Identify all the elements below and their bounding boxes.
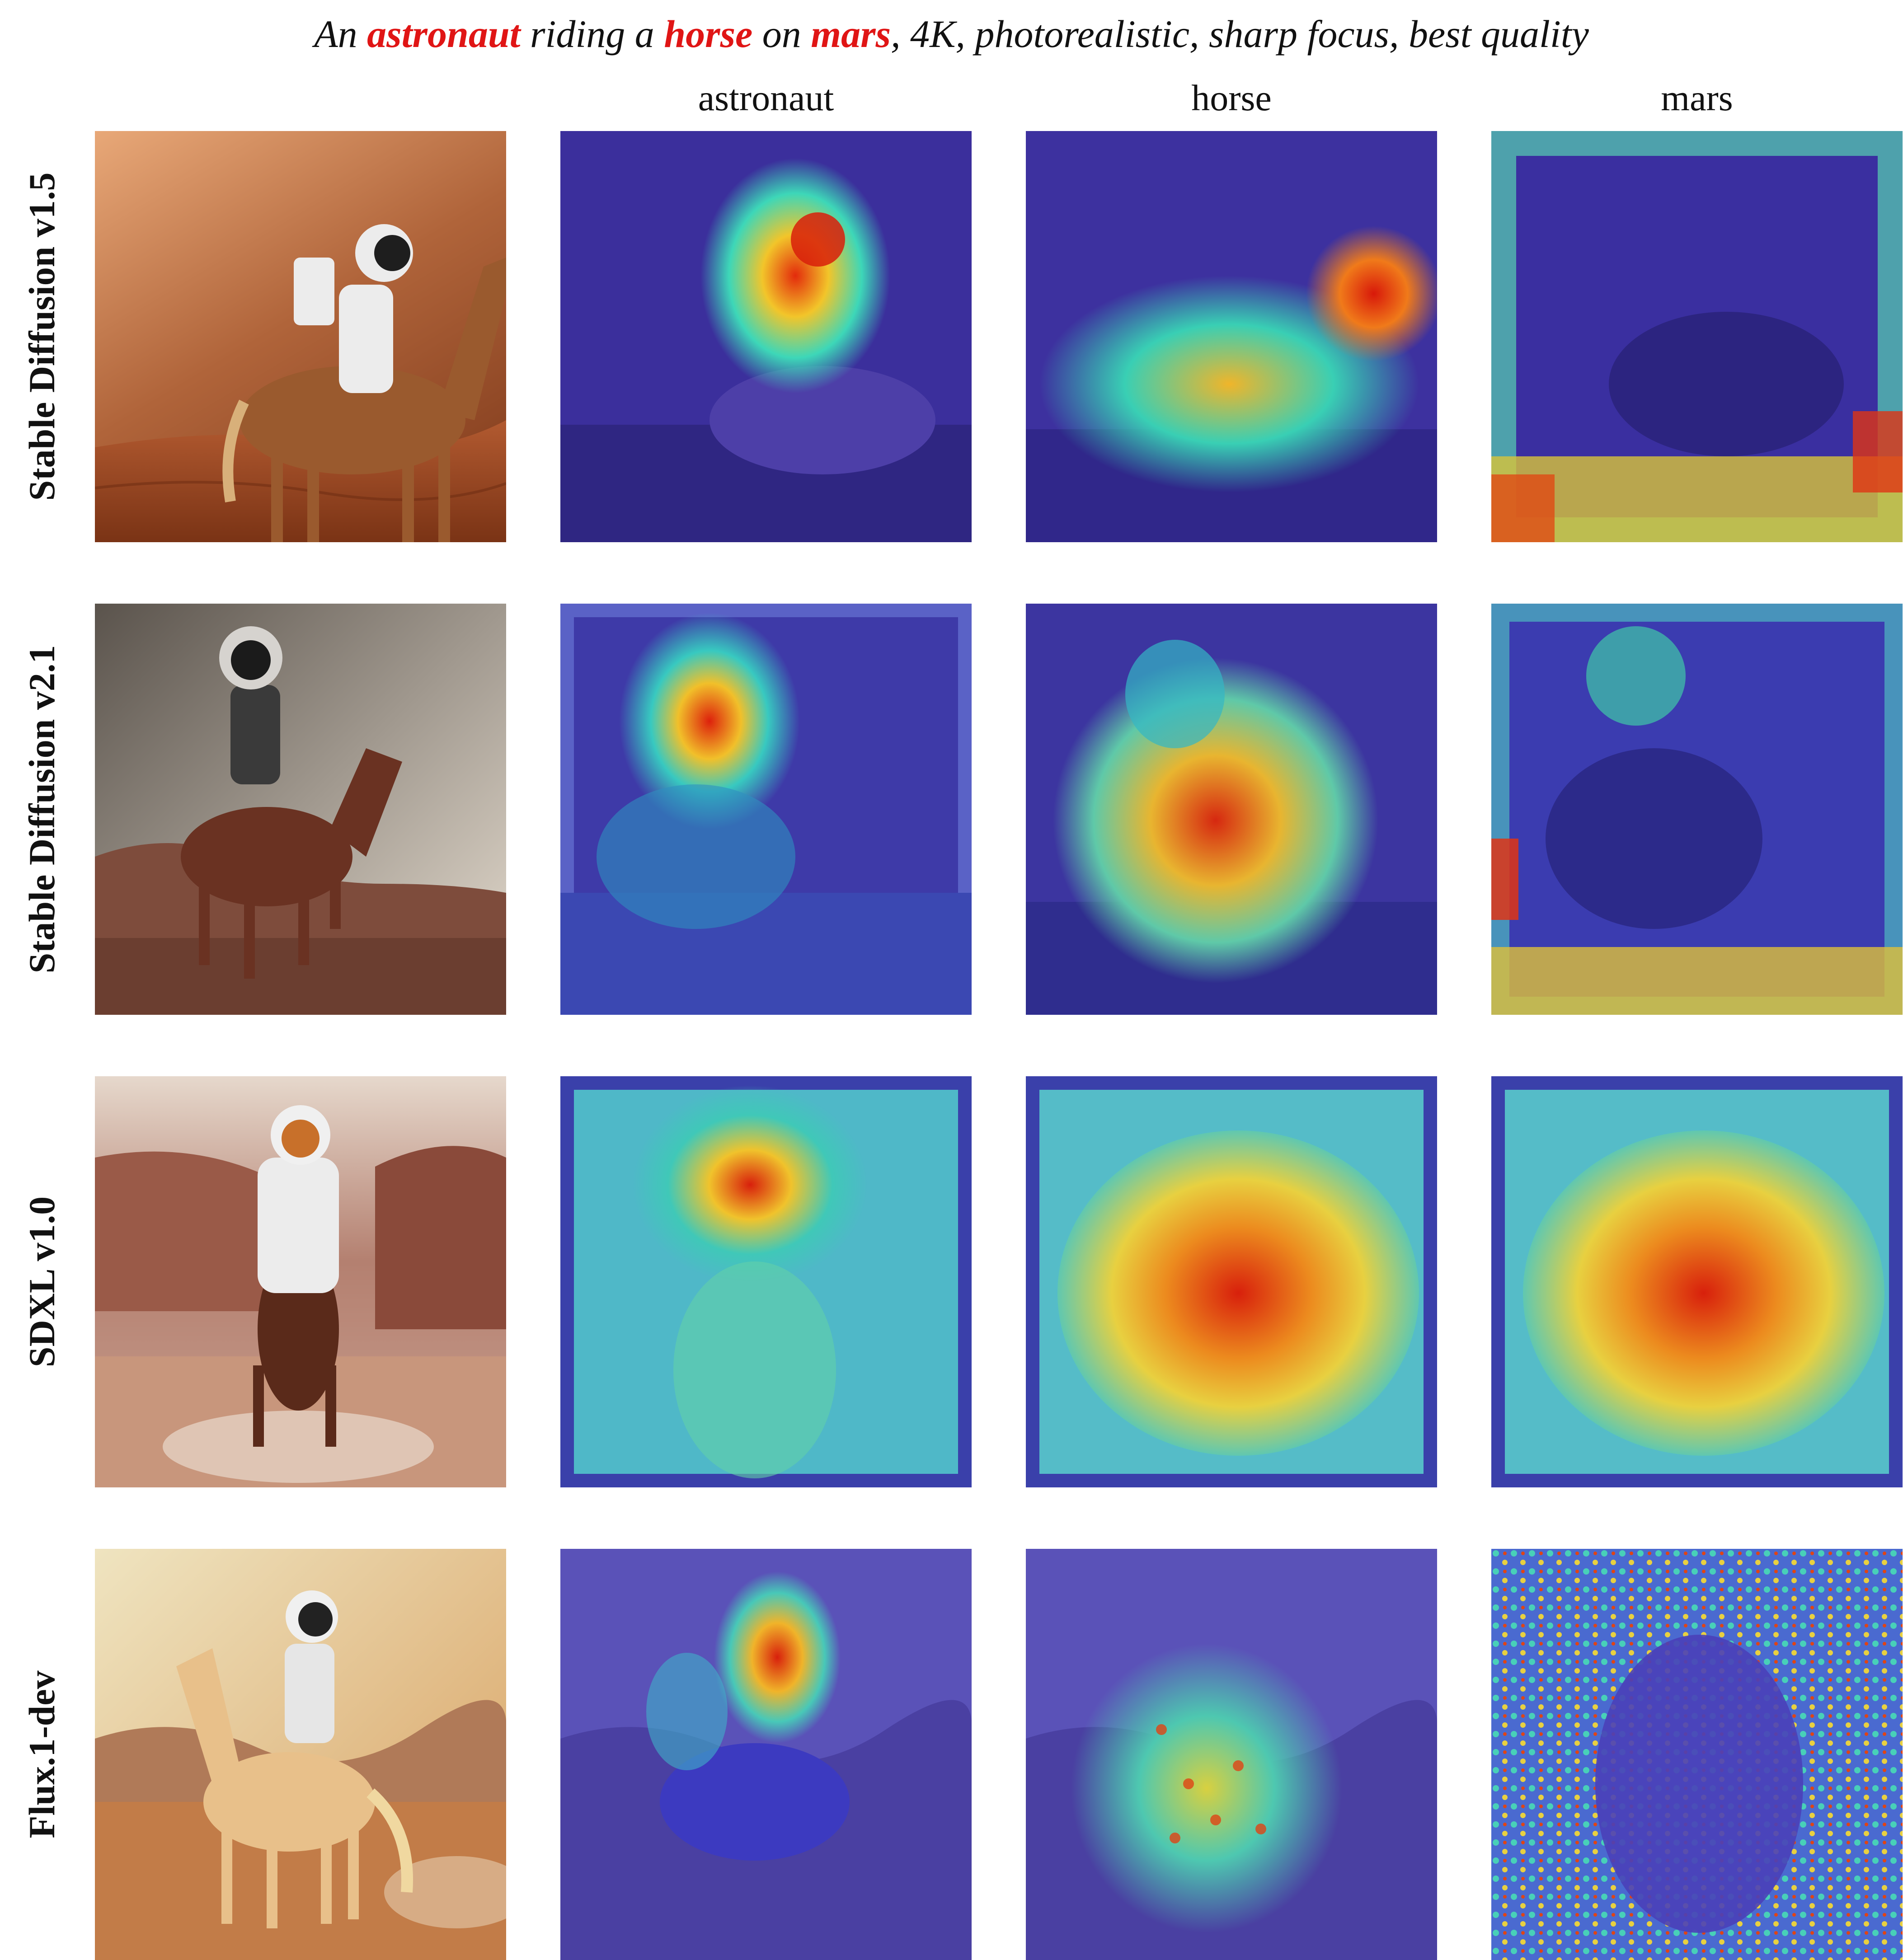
heatmap-sdxl-mars (1491, 1076, 1903, 1487)
generated-image-sd21 (95, 604, 506, 1015)
heatmap-sdxl-astronaut (560, 1076, 972, 1487)
generated-image-sdxl (95, 1076, 506, 1487)
heatmap-sd21-mars (1491, 604, 1903, 1015)
column-header-horse: horse (1191, 77, 1272, 118)
heatmap-flux-mars (1491, 1549, 1903, 1960)
heatmap-sd21-horse (1026, 604, 1437, 1015)
prompt-keyword-horse: horse (664, 12, 753, 56)
heatmap-sd15-mars (1491, 131, 1903, 542)
row-label-sd15: Stable Diffusion v1.5 (21, 172, 62, 501)
heatmap-sd15-astronaut (560, 131, 972, 542)
heatmap-sd21-astronaut (560, 604, 972, 1015)
column-header-mars: mars (1661, 77, 1733, 118)
generated-image-sd15 (95, 131, 506, 542)
row-label-sdxl: SDXL v1.0 (21, 1196, 62, 1368)
prompt-caption: An astronaut riding a horse on mars, 4K,… (314, 12, 1589, 56)
heatmap-sdxl-horse (1026, 1076, 1437, 1487)
column-header-astronaut: astronaut (698, 77, 834, 118)
generated-image-flux (95, 1549, 506, 1960)
heatmap-sd15-horse (1026, 131, 1437, 542)
prompt-keyword-mars: mars (811, 12, 891, 56)
row-label-sd21: Stable Diffusion v2.1 (21, 645, 62, 974)
heatmap-flux-astronaut (560, 1549, 972, 1960)
row-label-flux: Flux.1-dev (21, 1670, 62, 1838)
prompt-keyword-astronaut: astronaut (367, 12, 521, 56)
heatmap-flux-horse (1026, 1549, 1437, 1960)
